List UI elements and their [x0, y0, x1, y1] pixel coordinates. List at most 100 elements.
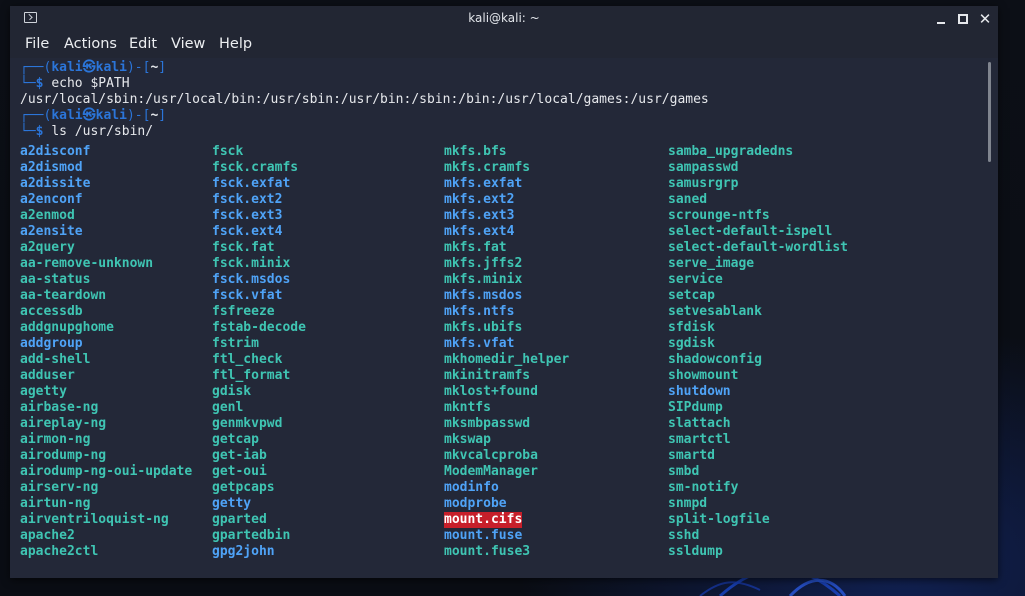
list-item: genmkvpwd: [212, 416, 283, 431]
list-item: mkfs.ext3: [444, 208, 515, 223]
list-item: aa-status: [20, 272, 91, 287]
list-item: agetty: [20, 384, 67, 399]
list-item: saned: [668, 192, 708, 207]
list-item: service: [668, 272, 723, 287]
list-item: fsck.cramfs: [212, 160, 299, 175]
list-item: ModemManager: [444, 464, 538, 479]
window-title: kali@kali: ~: [468, 11, 540, 25]
list-item: airodump-ng-oui-update: [20, 464, 193, 479]
list-item: fsck.ext2: [212, 192, 283, 207]
list-item: fsck: [212, 144, 244, 159]
list-item: ftl_check: [212, 352, 283, 367]
list-item: mkfs.jffs2: [444, 256, 523, 271]
list-item: gparted: [212, 512, 267, 527]
prompt-line: ┌──(kali㉿kali)-[~]: [20, 60, 167, 75]
list-item: airtun-ng: [20, 496, 91, 511]
title-bar[interactable]: kali@kali: ~ ✕: [10, 6, 998, 32]
list-item: mklost+found: [444, 384, 538, 399]
list-item: adduser: [20, 368, 75, 383]
list-item: mkntfs: [444, 400, 491, 415]
command-text: echo $PATH: [51, 76, 130, 91]
list-item: aa-remove-unknown: [20, 256, 154, 271]
list-item: modinfo: [444, 480, 499, 495]
list-item: apache2: [20, 528, 75, 543]
list-item: smbd: [668, 464, 700, 479]
list-item: split-logfile: [668, 512, 770, 527]
terminal-output[interactable]: ┌──(kali㉿kali)-[~] └─$ echo $PATH /usr/l…: [10, 58, 998, 578]
list-item: sshd: [668, 528, 700, 543]
list-item: airventriloquist-ng: [20, 512, 169, 527]
command-line: └─$ ls /usr/sbin/: [20, 124, 154, 139]
minimize-icon[interactable]: [932, 10, 950, 28]
list-item: shutdown: [668, 384, 731, 399]
close-icon[interactable]: ✕: [976, 10, 994, 28]
prompt-line: ┌──(kali㉿kali)-[~]: [20, 108, 167, 123]
menu-help[interactable]: Help: [219, 36, 252, 52]
list-item: fstab-decode: [212, 320, 306, 335]
list-item: getcap: [212, 432, 259, 447]
list-item: modprobe: [444, 496, 507, 511]
list-item: addgroup: [20, 336, 83, 351]
list-item: airbase-ng: [20, 400, 99, 415]
list-item: scrounge-ntfs: [668, 208, 770, 223]
list-item: samba_upgradedns: [668, 144, 794, 159]
scrollbar[interactable]: [988, 62, 991, 162]
list-item: mkfs.cramfs: [444, 160, 531, 175]
menu-view[interactable]: View: [171, 36, 205, 52]
list-item: setvesablank: [668, 304, 762, 319]
list-item: setcap: [668, 288, 715, 303]
list-item: sm-notify: [668, 480, 739, 495]
list-item: mkhomedir_helper: [444, 352, 570, 367]
list-item: fsck.ext3: [212, 208, 283, 223]
list-item: sampasswd: [668, 160, 739, 175]
list-item: fsck.exfat: [212, 176, 291, 191]
list-item: mkfs.vfat: [444, 336, 515, 351]
menu-edit[interactable]: Edit: [129, 36, 157, 52]
list-item: smartd: [668, 448, 715, 463]
list-item: mkinitramfs: [444, 368, 531, 383]
list-item: select-default-ispell: [668, 224, 833, 239]
menu-bar: File Actions Edit View Help: [10, 32, 998, 58]
list-item: genl: [212, 400, 244, 415]
list-item: sgdisk: [668, 336, 715, 351]
list-item: smartctl: [668, 432, 731, 447]
list-item: gdisk: [212, 384, 252, 399]
list-item: SIPdump: [668, 400, 723, 415]
list-item: accessdb: [20, 304, 83, 319]
list-item: ssldump: [668, 544, 723, 559]
list-item: fsck.msdos: [212, 272, 291, 287]
list-item: fsck.fat: [212, 240, 275, 255]
list-item: showmount: [668, 368, 739, 383]
maximize-icon[interactable]: [954, 10, 972, 28]
list-item: addgnupghome: [20, 320, 114, 335]
list-item: fsfreeze: [212, 304, 275, 319]
list-item: fstrim: [212, 336, 259, 351]
list-item: mkfs.exfat: [444, 176, 523, 191]
list-item: mkfs.ntfs: [444, 304, 515, 319]
list-item: mkfs.ext2: [444, 192, 515, 207]
list-item: a2ensite: [20, 224, 83, 239]
list-item: mkfs.msdos: [444, 288, 523, 303]
list-item: a2disconf: [20, 144, 91, 159]
list-item: mkfs.minix: [444, 272, 523, 287]
list-item: shadowconfig: [668, 352, 762, 367]
command-output: /usr/local/sbin:/usr/local/bin:/usr/sbin…: [20, 92, 709, 107]
list-item: get-oui: [212, 464, 267, 479]
list-item: getpcaps: [212, 480, 275, 495]
list-item: slattach: [668, 416, 731, 431]
list-item: a2enmod: [20, 208, 75, 223]
command-text: ls /usr/sbin/: [51, 124, 154, 139]
list-item: gpartedbin: [212, 528, 291, 543]
list-item: apache2ctl: [20, 544, 99, 559]
list-item: mkfs.fat: [444, 240, 507, 255]
list-item: airmon-ng: [20, 432, 91, 447]
list-item: mkfs.bfs: [444, 144, 507, 159]
list-item: mount.cifs: [444, 512, 523, 528]
list-item: add-shell: [20, 352, 91, 367]
menu-actions[interactable]: Actions: [64, 36, 117, 52]
menu-file[interactable]: File: [25, 36, 49, 52]
list-item: fsck.minix: [212, 256, 291, 271]
list-item: samusrgrp: [668, 176, 739, 191]
list-item: aa-teardown: [20, 288, 107, 303]
list-item: sfdisk: [668, 320, 715, 335]
